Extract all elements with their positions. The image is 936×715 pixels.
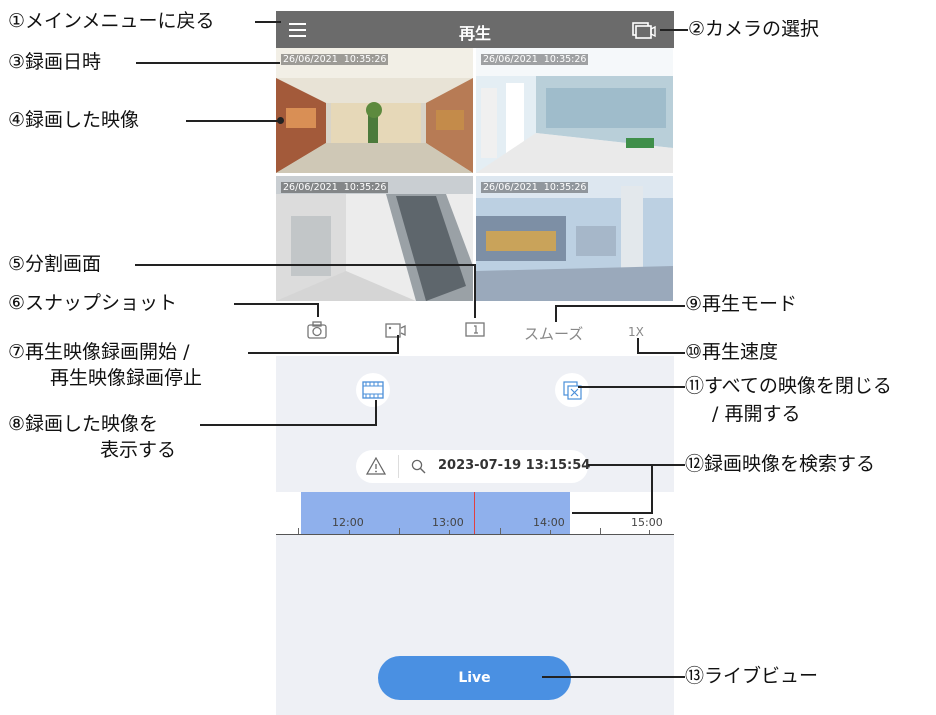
- recording-timestamp: 26/06/2021 10:35:26: [481, 182, 589, 193]
- playback-screen: 再生 26/06/2021 10:35:26 26/06/2021 10:35:…: [276, 11, 674, 715]
- filmstrip-icon: [362, 381, 384, 399]
- annotation-2: ②カメラの選択: [688, 18, 820, 40]
- leader-line: [555, 305, 685, 307]
- recorded-video-button[interactable]: [356, 373, 390, 407]
- leader-line: [397, 335, 399, 354]
- leader-line: [572, 512, 653, 514]
- leader-line: [578, 386, 685, 388]
- annotation-7a: ⑦再生映像録画開始 /: [8, 341, 190, 363]
- annotation-6: ⑥スナップショット: [8, 292, 178, 314]
- camera-select-icon[interactable]: [631, 20, 657, 40]
- annotation-9: ⑨再生モード: [685, 293, 798, 315]
- leader-line: [135, 264, 475, 266]
- video-tile-1[interactable]: 26/06/2021 10:35:26: [276, 48, 473, 173]
- close-all-video-button[interactable]: [555, 373, 589, 407]
- leader-line: [637, 338, 639, 354]
- timeline-label: 14:00: [533, 516, 565, 529]
- close-all-video-icon: [563, 381, 582, 400]
- timeline-baseline: [276, 534, 674, 535]
- playback-speed-button[interactable]: 1X: [628, 325, 644, 339]
- recording-timestamp: 26/06/2021 10:35:26: [281, 182, 389, 193]
- annotation-12: ⑫録画映像を検索する: [685, 453, 876, 475]
- leader-line: [474, 264, 476, 318]
- annotation-13: ⑬ライブビュー: [685, 665, 819, 687]
- leader-line: [660, 29, 688, 31]
- leader-line: [542, 676, 685, 678]
- leader-line: [638, 352, 685, 354]
- annotation-4: ④録画した映像: [8, 109, 140, 131]
- video-tile-2[interactable]: 26/06/2021 10:35:26: [476, 48, 673, 173]
- live-view-button[interactable]: Live: [378, 656, 571, 700]
- annotation-7b: 再生映像録画停止: [50, 367, 203, 389]
- search-bar: 2023-07-19 13:15:54: [356, 450, 590, 483]
- leader-line: [136, 62, 280, 64]
- leader-dot: [277, 117, 284, 124]
- leader-line: [317, 303, 319, 317]
- page-title: 再生: [458, 24, 491, 43]
- divider: [398, 455, 399, 478]
- leader-line: [588, 464, 685, 466]
- playback-mode-button[interactable]: スムーズ: [524, 323, 583, 344]
- annotation-3: ③録画日時: [8, 51, 102, 73]
- leader-line: [255, 21, 281, 23]
- leader-line: [200, 424, 376, 426]
- annotation-11a: ⑪すべての映像を閉じる: [685, 375, 892, 397]
- timeline-label: 12:00: [332, 516, 364, 529]
- search-icon[interactable]: [411, 459, 426, 474]
- split-screen-icon[interactable]: [465, 321, 485, 339]
- warning-icon[interactable]: [366, 457, 386, 475]
- top-bar: 再生: [276, 11, 674, 48]
- timeline-label: 15:00: [631, 516, 663, 529]
- search-datetime-input[interactable]: 2023-07-19 13:15:54: [438, 458, 590, 473]
- leader-line: [234, 303, 318, 305]
- annotation-10: ⑩再生速度: [685, 341, 779, 363]
- annotation-8a: ⑧録画した映像を: [8, 413, 159, 435]
- recording-timestamp: 26/06/2021 10:35:26: [481, 54, 589, 65]
- video-tile-4[interactable]: 26/06/2021 10:35:26: [476, 176, 673, 301]
- annotation-8b: 表示する: [100, 439, 177, 461]
- leader-line: [248, 352, 398, 354]
- annotation-5: ⑤分割画面: [8, 253, 102, 275]
- leader-line: [555, 305, 557, 322]
- recording-timestamp: 26/06/2021 10:35:26: [281, 54, 389, 65]
- leader-line: [186, 120, 280, 122]
- search-panel: 2023-07-19 13:15:54 12:00 13:00 14:00 15…: [276, 356, 674, 715]
- playback-toolbar: スムーズ 1X: [276, 319, 674, 349]
- record-icon[interactable]: [385, 321, 407, 339]
- snapshot-icon[interactable]: [307, 321, 327, 339]
- annotation-11b: / 再開する: [712, 403, 801, 425]
- leader-line: [375, 400, 377, 426]
- video-tile-3[interactable]: 26/06/2021 10:35:26: [276, 176, 473, 301]
- leader-line: [651, 464, 653, 514]
- timeline-cursor[interactable]: [474, 492, 475, 535]
- annotation-1: ①メインメニューに戻る: [8, 10, 215, 32]
- timeline-label: 13:00: [432, 516, 464, 529]
